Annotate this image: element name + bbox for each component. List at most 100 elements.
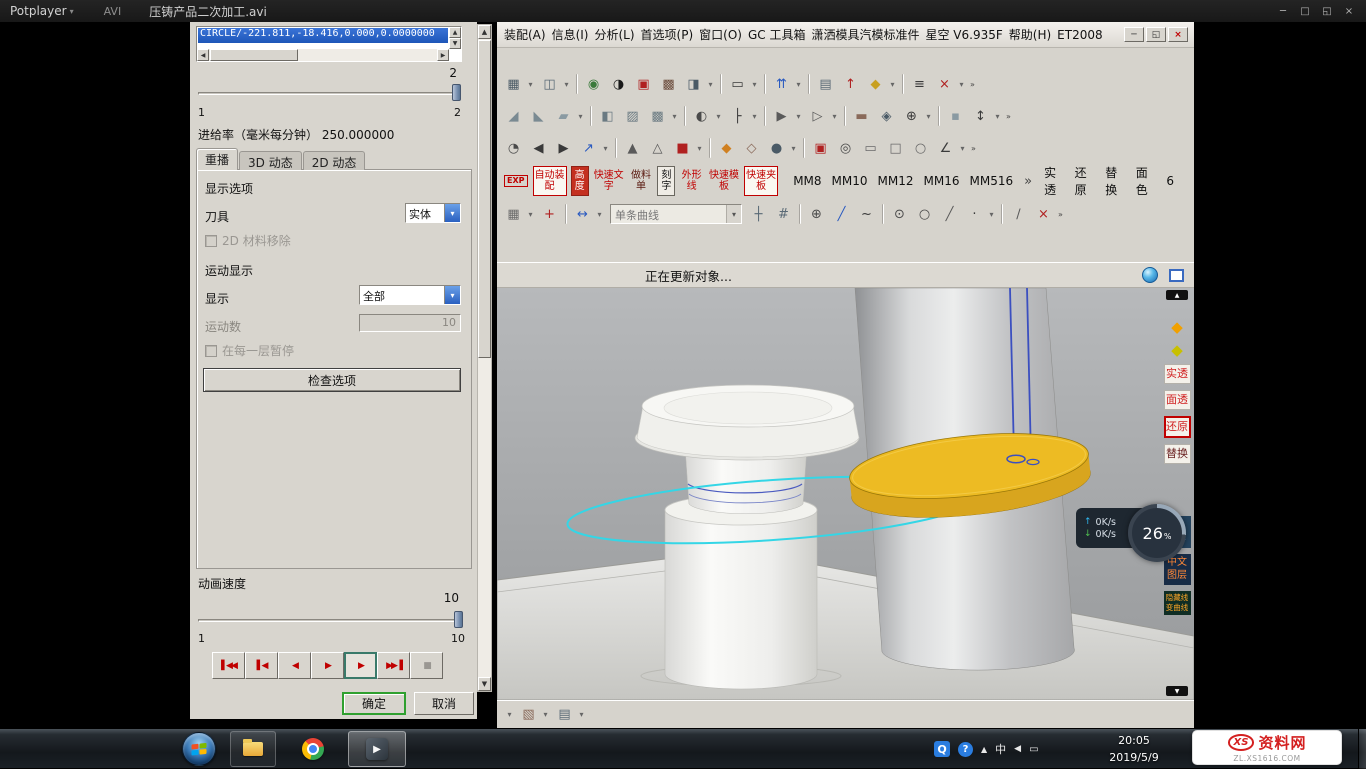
toolbar-icon[interactable]: ◔ bbox=[502, 137, 525, 160]
menu-item[interactable]: 信息(I) bbox=[549, 26, 592, 43]
toolbar-icon[interactable]: ■ bbox=[671, 137, 694, 160]
dialog-tab[interactable]: 重播 bbox=[196, 148, 238, 170]
player-close-button[interactable]: × bbox=[1338, 2, 1360, 20]
quick-tool-button[interactable]: 快速文字 bbox=[593, 166, 625, 196]
progress-percent-widget[interactable]: 26 % bbox=[1128, 504, 1186, 562]
taskbar-chrome-button[interactable] bbox=[290, 731, 336, 767]
toolbar-icon[interactable]: ◇ bbox=[740, 137, 763, 160]
pause-each-level-checkbox-row[interactable]: 在每一层暂停 bbox=[205, 342, 294, 359]
slider-handle[interactable] bbox=[454, 611, 463, 628]
scroll-down-icon[interactable] bbox=[449, 38, 461, 49]
toolbar-icon[interactable]: ▾ bbox=[576, 703, 587, 726]
quick-tool-button[interactable]: 刻字 bbox=[657, 166, 675, 196]
curve-type-dropdown[interactable]: 单条曲线 bbox=[610, 204, 742, 224]
ime-tray-icon[interactable]: 中 bbox=[995, 741, 1006, 757]
helper-tray-icon[interactable]: ? bbox=[958, 742, 973, 757]
toolbar-icon[interactable]: ▾ bbox=[793, 73, 804, 96]
player-minimize-button[interactable]: ─ bbox=[1272, 2, 1294, 20]
toolbar-icon[interactable]: ▾ bbox=[594, 203, 605, 226]
quick-tool-button[interactable]: 外形线 bbox=[679, 166, 704, 196]
toolbar-icon[interactable]: ↔ bbox=[571, 203, 594, 226]
toolbar-icon[interactable]: ∠ bbox=[934, 137, 957, 160]
toolbar-icon[interactable]: ╱ bbox=[938, 203, 961, 226]
listbox-vertical-scrollbar[interactable] bbox=[449, 27, 461, 49]
toolbar-icon[interactable]: ▷ bbox=[806, 105, 829, 128]
chevron-down-icon[interactable] bbox=[444, 204, 460, 222]
listbox-horizontal-scrollbar[interactable] bbox=[197, 49, 449, 61]
toolbar-icon[interactable]: ▾ bbox=[923, 105, 934, 128]
tool-dropdown[interactable]: 实体 bbox=[405, 203, 461, 223]
chevron-down-icon[interactable] bbox=[726, 205, 741, 223]
gcode-listbox[interactable]: CIRCLE/-221.811,-18.416,0.000,0.0000000 bbox=[196, 26, 462, 62]
scroll-down-icon[interactable] bbox=[1166, 686, 1188, 696]
toolbar-icon[interactable]: ◀ bbox=[527, 137, 550, 160]
toolbar-icon[interactable]: ↕ bbox=[969, 105, 992, 128]
toolbar-icon[interactable]: ▾ bbox=[525, 73, 536, 96]
display-mode-button[interactable]: 替换 bbox=[1105, 164, 1124, 198]
quick-tool-button[interactable]: 做料单 bbox=[629, 166, 654, 196]
menu-item[interactable]: 窗口(O) bbox=[696, 26, 745, 43]
toolbar-icon[interactable]: ▾ bbox=[749, 105, 760, 128]
step-back-button[interactable]: ▌◀ bbox=[245, 652, 278, 679]
material-removal-checkbox-row[interactable]: 2D 材料移除 bbox=[205, 232, 291, 249]
toolbar-icon[interactable]: ⊙ bbox=[888, 203, 911, 226]
toolbar-icon[interactable]: + bbox=[538, 203, 561, 226]
scroll-left-icon[interactable] bbox=[197, 49, 209, 61]
exp-badge[interactable]: EXP bbox=[504, 175, 528, 187]
toolbar-icon[interactable]: ▪ bbox=[944, 105, 967, 128]
menu-item[interactable]: 帮助(H) bbox=[1006, 26, 1054, 43]
toolbar-icon[interactable]: ▾ bbox=[575, 105, 586, 128]
toolbar-icon[interactable]: ▧ bbox=[517, 703, 540, 726]
toolbar-icon[interactable]: ▾ bbox=[600, 137, 611, 160]
toolbar-icon[interactable]: □ bbox=[884, 137, 907, 160]
size-preset-button[interactable]: MM16 bbox=[924, 174, 960, 188]
toolbar-icon[interactable]: ▦ bbox=[502, 203, 525, 226]
size-preset-button[interactable]: MM12 bbox=[878, 174, 914, 188]
quick-tool-button[interactable]: 快速夹板 bbox=[744, 166, 778, 196]
toolbar-icon[interactable]: ◢ bbox=[502, 105, 525, 128]
toolbar-icon[interactable]: ◆ bbox=[864, 73, 887, 96]
toolbar-icon[interactable]: ◫ bbox=[538, 73, 561, 96]
hidden-line-button[interactable]: 隐藏线变曲线 bbox=[1164, 591, 1191, 615]
toolbar-icon[interactable]: ↗ bbox=[577, 137, 600, 160]
toolbar-icon[interactable]: ▣ bbox=[632, 73, 655, 96]
toolbar-icon[interactable]: ▾ bbox=[694, 137, 705, 160]
toolbar-icon[interactable]: ▾ bbox=[561, 73, 572, 96]
toolbar-icon[interactable]: ◧ bbox=[596, 105, 619, 128]
menu-item[interactable]: 分析(L) bbox=[591, 26, 637, 43]
toolbar-icon[interactable]: » bbox=[968, 137, 979, 160]
toolbar-icon[interactable]: ┼ bbox=[747, 203, 770, 226]
toolbar-icon[interactable]: ▾ bbox=[887, 73, 898, 96]
toolbar-icon[interactable]: ◑ bbox=[607, 73, 630, 96]
player-pip-button[interactable]: ◱ bbox=[1316, 2, 1338, 20]
size-preset-button[interactable]: MM516 bbox=[969, 174, 1013, 188]
menu-item[interactable]: 装配(A) bbox=[501, 26, 549, 43]
scroll-right-icon[interactable] bbox=[437, 49, 449, 61]
toolbar-icon[interactable]: ∕ bbox=[1007, 203, 1030, 226]
standard-part-icon[interactable]: ◆ bbox=[1171, 320, 1183, 335]
quick-tool-button[interactable]: 快速模板 bbox=[708, 166, 740, 196]
size-preset-button[interactable]: MM8 bbox=[793, 174, 821, 188]
scroll-up-icon[interactable] bbox=[1166, 290, 1188, 300]
qq-tray-icon[interactable]: Q bbox=[934, 741, 950, 757]
animation-speed-slider[interactable] bbox=[198, 611, 463, 629]
toolbar-icon[interactable]: ▬ bbox=[850, 105, 873, 128]
shade-translucent-button[interactable]: 实透 bbox=[1164, 364, 1191, 384]
toolbar-icon[interactable]: ▾ bbox=[540, 703, 551, 726]
toolbar-icon[interactable]: ▤ bbox=[553, 703, 576, 726]
checkbox-icon[interactable] bbox=[205, 235, 217, 247]
toolbar-icon[interactable]: ◆ bbox=[715, 137, 738, 160]
show-dropdown[interactable]: 全部 bbox=[359, 285, 461, 305]
menu-item[interactable]: 潇洒模具汽模标准件 bbox=[808, 26, 922, 43]
toolbar-icon[interactable]: ○ bbox=[909, 137, 932, 160]
ok-button[interactable]: 确定 bbox=[342, 692, 406, 715]
video-display-area[interactable]: CIRCLE/-221.811,-18.416,0.000,0.0000000 … bbox=[0, 22, 1366, 728]
toolbar-icon[interactable]: ▾ bbox=[788, 137, 799, 160]
toolbar-icon[interactable]: ◉ bbox=[582, 73, 605, 96]
toolbar-icon[interactable]: ▨ bbox=[621, 105, 644, 128]
toolbar-icon[interactable]: ▾ bbox=[713, 105, 724, 128]
toolbar-icon[interactable]: ▾ bbox=[504, 703, 515, 726]
scrollbar-thumb[interactable] bbox=[478, 40, 491, 358]
display-mode-button[interactable]: 面色 bbox=[1136, 164, 1155, 198]
dialog-tab[interactable]: 2D 动态 bbox=[303, 151, 366, 170]
